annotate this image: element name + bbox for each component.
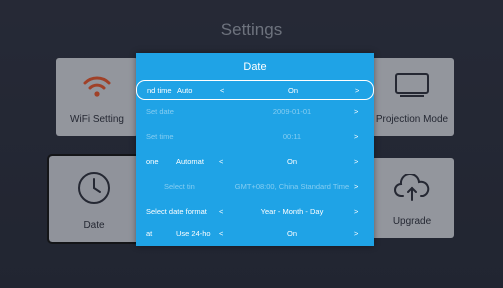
row-sublabel: Select tin: [164, 182, 195, 191]
arrow-left-icon[interactable]: <: [219, 207, 223, 216]
arrow-left-icon[interactable]: <: [219, 157, 223, 166]
clock-icon: [78, 172, 110, 204]
arrow-right-icon[interactable]: >: [354, 132, 358, 141]
arrow-left-icon[interactable]: <: [219, 229, 223, 238]
row-select-time-zone[interactable]: Select tin GMT+08:00, China Standard Tim…: [136, 176, 374, 196]
tile-label: Date: [83, 220, 105, 231]
row-label: Set date: [146, 107, 174, 116]
arrow-right-icon[interactable]: >: [354, 229, 358, 238]
date-dialog: Date nd time Auto < On > Set date 2009-0…: [136, 53, 374, 246]
row-sublabel: Auto: [177, 86, 193, 95]
row-automatic-date-time[interactable]: nd time Auto < On >: [136, 80, 374, 100]
arrow-right-icon[interactable]: >: [354, 182, 358, 191]
dialog-title: Date: [243, 61, 267, 73]
row-sublabel: Automat: [176, 157, 204, 166]
arrow-right-icon[interactable]: >: [354, 207, 358, 216]
page-title: Settings: [220, 20, 283, 39]
cloud-upload-icon: [394, 174, 430, 201]
row-label: Select date format: [146, 207, 207, 216]
row-value: 00:11: [282, 132, 302, 141]
tile-label: WiFi Setting: [70, 114, 124, 125]
arrow-right-icon[interactable]: >: [355, 86, 359, 95]
arrow-right-icon[interactable]: >: [354, 157, 358, 166]
row-value: On: [286, 157, 297, 166]
wifi-icon: [83, 76, 111, 97]
tile-wifi-setting[interactable]: WiFi Setting: [56, 58, 138, 136]
tile-date[interactable]: Date: [47, 154, 141, 244]
row-set-time[interactable]: Set time 00:11 >: [136, 126, 374, 146]
row-value: 2009-01-01: [272, 107, 312, 116]
row-value: Year - Month - Day: [260, 207, 324, 216]
tile-label: Upgrade: [392, 216, 432, 227]
tile-label: Projection Mode: [375, 114, 449, 125]
tile-projection-mode[interactable]: Projection Mode: [370, 58, 454, 136]
settings-screen: Settings WiFi Setting Projection Mode Da…: [0, 0, 503, 288]
row-value: On: [287, 86, 298, 95]
row-use-24-hour-format[interactable]: at Use 24-ho < On >: [136, 223, 374, 243]
arrow-right-icon[interactable]: >: [354, 107, 358, 116]
tile-upgrade[interactable]: Upgrade: [370, 158, 454, 238]
arrow-left-icon[interactable]: <: [220, 86, 224, 95]
row-set-date[interactable]: Set date 2009-01-01 >: [136, 101, 374, 121]
row-value: On: [286, 229, 297, 238]
monitor-icon: [395, 73, 429, 97]
row-label: Set time: [146, 132, 174, 141]
row-select-date-format[interactable]: Select date format < Year - Month - Day …: [136, 201, 374, 221]
row-automatic-time-zone[interactable]: one Automat < On >: [136, 151, 374, 171]
row-value: GMT+08:00, China Standard Time: [234, 182, 350, 191]
row-sublabel: Use 24-ho: [176, 229, 211, 238]
